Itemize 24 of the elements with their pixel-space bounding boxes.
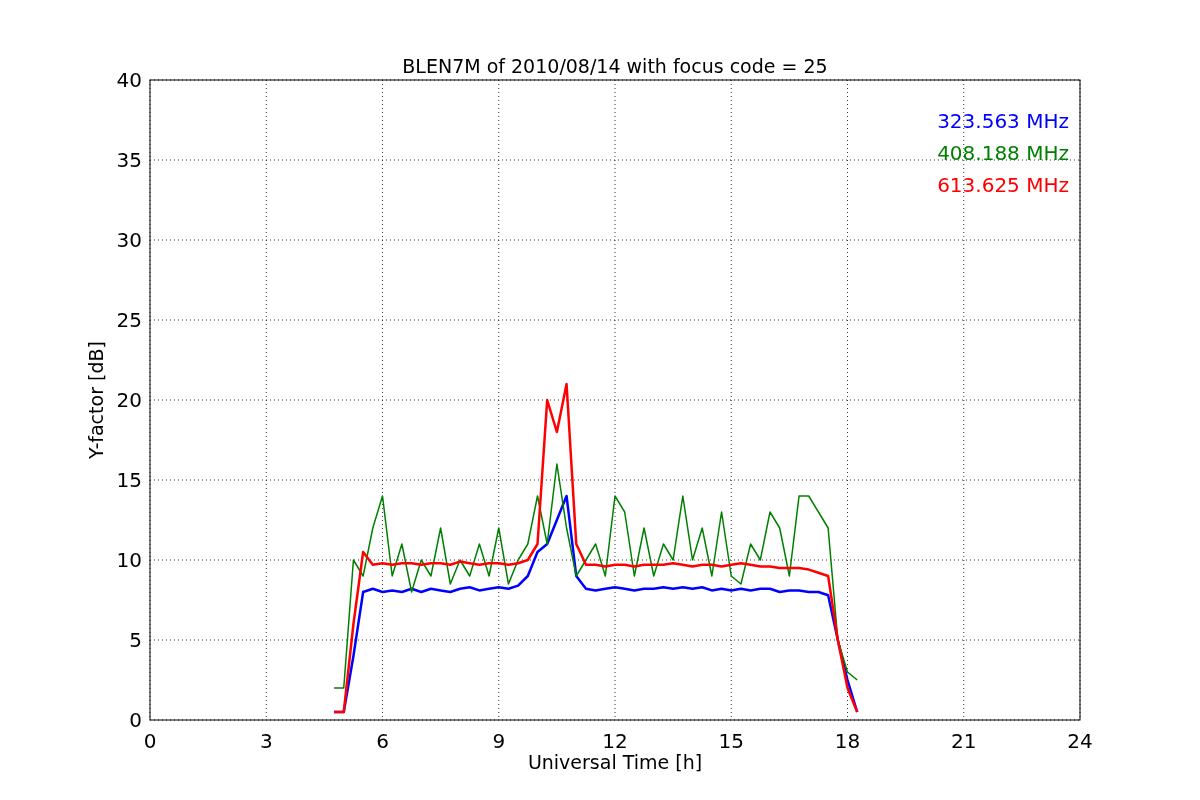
- y-tick-label: 20: [116, 388, 142, 412]
- x-tick-label: 0: [143, 729, 157, 753]
- x-tick-label: 21: [951, 729, 977, 753]
- legend-label: 408.188 MHz: [937, 141, 1069, 165]
- x-tick-label: 6: [376, 729, 389, 753]
- x-tick-label: 3: [259, 729, 273, 753]
- x-tick-label: 12: [602, 729, 628, 753]
- y-tick-label: 30: [116, 228, 142, 252]
- y-tick-label: 40: [116, 68, 142, 92]
- x-tick-label: 9: [492, 729, 506, 753]
- x-tick-label: 18: [834, 729, 861, 753]
- x-axis-label: Universal Time [h]: [527, 751, 703, 773]
- x-tick-label: 15: [718, 729, 744, 753]
- y-tick-label: 35: [116, 148, 142, 172]
- chart-title: BLEN7M of 2010/08/14 with focus code = 25: [402, 55, 828, 77]
- y-tick-label: 5: [129, 628, 142, 652]
- legend-label: 323.563 MHz: [937, 109, 1069, 133]
- y-tick-label: 10: [116, 548, 142, 572]
- y-tick-label: 15: [116, 468, 142, 492]
- y-tick-label: 25: [116, 308, 142, 332]
- y-axis-label: Y-factor [dB]: [85, 341, 107, 459]
- x-tick-label: 24: [1067, 729, 1093, 753]
- legend-label: 613.625 MHz: [937, 173, 1069, 197]
- y-tick-label: 0: [129, 708, 142, 732]
